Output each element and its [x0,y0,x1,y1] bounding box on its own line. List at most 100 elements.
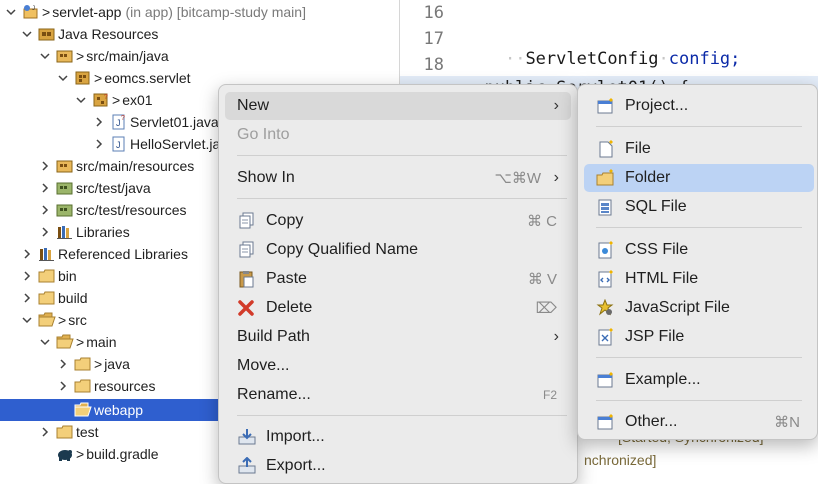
chevron-right-icon[interactable] [56,379,70,393]
tree-label: src/test/java [76,180,151,196]
sql-file-icon [596,198,616,216]
console-status: nchronized] [584,452,657,468]
menu-item-new-file[interactable]: File [584,135,814,163]
code-type: ServletConfig [525,49,659,69]
tree-label: main [86,334,117,350]
git-marker: > [76,48,85,64]
chevron-down-icon[interactable] [38,49,52,63]
jsp-file-icon [596,328,616,346]
package-icon [74,70,92,86]
menu-shortcut: ⌘N [774,414,800,431]
new-folder-icon [596,169,616,187]
git-marker: > [42,4,51,20]
chevron-right-icon[interactable] [38,225,52,239]
menu-item-label: SQL File [625,198,687,215]
menu-shortcut: ⌘ V [527,271,557,288]
chevron-right-icon[interactable] [38,203,52,217]
menu-item-go-into: Go Into [225,121,571,149]
menu-item-paste[interactable]: Paste ⌘ V [225,265,571,293]
menu-item-rename[interactable]: Rename... F2 [225,381,571,409]
chevron-right-icon[interactable] [38,159,52,173]
git-marker: > [76,446,85,462]
chevron-down-icon[interactable] [20,313,34,327]
menu-item-show-in[interactable]: Show In ⌥⌘W › [225,164,571,192]
menu-item-build-path[interactable]: Build Path › [225,323,571,351]
chevron-right-icon[interactable] [38,181,52,195]
chevron-right-icon[interactable] [92,115,106,129]
git-marker: > [112,92,121,108]
menu-item-label: Delete [266,299,313,316]
import-icon [237,428,257,446]
menu-item-move[interactable]: Move... [225,352,571,380]
svg-text:?: ? [121,115,125,122]
menu-item-new-css-file[interactable]: CSS File [584,236,814,264]
chevron-right-icon[interactable] [38,425,52,439]
menu-item-label: Build Path [237,328,310,345]
menu-item-new-example[interactable]: Example... [584,366,814,394]
chevron-down-icon[interactable] [74,93,88,107]
tree-label: src [68,312,87,328]
folder-icon [74,378,92,394]
tree-label: build.gradle [86,446,159,462]
libraries-icon [56,224,74,240]
menu-item-new-folder[interactable]: Folder [584,164,814,192]
menu-item-export[interactable]: Export... [225,452,571,480]
chevron-right-icon[interactable] [20,247,34,261]
folder-icon [74,356,92,372]
css-file-icon [596,241,616,259]
menu-item-new-jsp-file[interactable]: JSP File [584,323,814,351]
open-folder-icon [56,334,74,350]
tree-row-java-resources[interactable]: Java Resources [0,23,398,45]
chevron-down-icon[interactable] [56,71,70,85]
chevron-right-icon: › [553,169,559,186]
chevron-right-icon[interactable] [56,357,70,371]
menu-item-label: Rename... [237,386,311,403]
menu-item-import[interactable]: Import... [225,423,571,451]
menu-item-copy[interactable]: Copy ⌘ C [225,207,571,235]
svg-text:?: ? [104,94,108,101]
menu-item-label: JavaScript File [625,299,730,316]
html-file-icon [596,270,616,288]
menu-item-label: Paste [266,270,307,287]
tree-decoration: (in app) [bitcamp-study main] [125,4,306,20]
new-file-icon [596,140,616,158]
tree-label: Java Resources [58,26,159,42]
menu-item-new-sql-file[interactable]: SQL File [584,193,814,221]
tree-label: bin [58,268,77,284]
menu-item-new-other[interactable]: Other... ⌘N [584,408,814,436]
chevron-down-icon[interactable] [20,27,34,41]
tree-row-project[interactable]: J > servlet-app (in app) [bitcamp-study … [0,1,398,23]
menu-separator [237,198,567,199]
svg-text:J: J [116,140,121,150]
menu-separator [596,357,802,358]
chevron-right-icon[interactable] [20,269,34,283]
menu-item-label: Move... [237,357,290,374]
menu-item-label: Export... [266,457,326,474]
tree-row-src-main-java[interactable]: > src/main/java [0,45,398,67]
tree-label: resources [94,378,156,394]
chevron-down-icon[interactable] [38,335,52,349]
gradle-elephant-icon [56,446,74,462]
tree-label: test [76,424,99,440]
code-identifier: config; [668,49,741,69]
menu-item-copy-qualified-name[interactable]: Copy Qualified Name [225,236,571,264]
menu-item-label: Example... [625,371,701,388]
menu-shortcut: ⌘ C [527,213,557,230]
chevron-right-icon[interactable] [92,137,106,151]
chevron-right-icon[interactable] [20,291,34,305]
menu-item-new-html-file[interactable]: HTML File [584,265,814,293]
tree-label: Libraries [76,224,130,240]
menu-item-new[interactable]: New › [225,92,571,120]
menu-shortcut: ⌦ [535,300,557,317]
menu-item-delete[interactable]: Delete ⌦ [225,294,571,322]
menu-item-label: Folder [625,169,671,186]
tree-label: Referenced Libraries [58,246,188,262]
context-menu: New › Go Into Show In ⌥⌘W › Copy ⌘ C Cop… [218,84,578,484]
menu-item-new-javascript-file[interactable]: JavaScript File [584,294,814,322]
copy-qualified-icon [237,241,257,259]
menu-item-new-project[interactable]: Project... [584,92,814,120]
git-marker: > [94,356,103,372]
tree-label: webapp [94,402,144,418]
chevron-down-icon[interactable] [4,5,18,19]
menu-separator [237,155,567,156]
